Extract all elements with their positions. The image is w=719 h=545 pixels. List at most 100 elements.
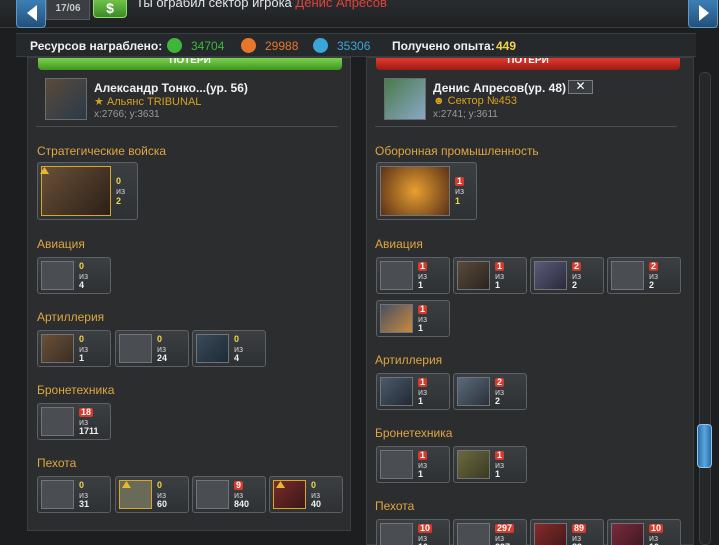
unit-image <box>534 261 567 290</box>
unit-lost: 9 <box>234 480 244 490</box>
enemy-name-link[interactable]: Денис Апресов <box>295 0 387 10</box>
unit-card[interactable]: 1 из 1 <box>453 257 527 294</box>
unit-total: 2 <box>116 196 122 206</box>
player-sector[interactable]: ☻ Сектор №453 <box>433 95 517 107</box>
player-coords[interactable]: x:2741; y:3611 <box>433 109 498 120</box>
unit-image <box>41 407 74 436</box>
unit-card[interactable]: 10 из 10 <box>607 519 681 545</box>
next-button[interactable] <box>688 0 718 28</box>
unit-card[interactable]: 1 из 1 <box>376 257 450 294</box>
unit-lost: 0 <box>79 261 85 271</box>
unit-lost: 1 <box>418 450 428 460</box>
unit-image <box>380 377 413 406</box>
player-name[interactable]: Денис Апресов(ур. 48) <box>433 81 566 95</box>
unit-lost: 1 <box>495 261 505 271</box>
scrollbar-track[interactable] <box>699 72 711 545</box>
unit-total: 2 <box>495 396 501 406</box>
unit-card[interactable]: 1 из 1 <box>376 446 450 483</box>
unit-lost: 0 <box>116 176 122 186</box>
rank-icon <box>276 481 285 488</box>
unit-card[interactable]: 10 из 10 <box>376 519 450 545</box>
unit-card[interactable]: 0 из 4 <box>192 330 266 367</box>
unit-total: 840 <box>234 499 250 509</box>
unit-card[interactable]: 0 из 24 <box>115 330 189 367</box>
unit-card[interactable]: 297 из 297 <box>453 519 527 545</box>
unit-image <box>380 450 413 479</box>
unit-total: 1 <box>418 280 424 290</box>
prev-button[interactable] <box>16 0 46 28</box>
unit-total: 4 <box>79 280 85 290</box>
close-button[interactable]: ✕ <box>568 80 593 94</box>
unit-lost: 1 <box>418 261 428 271</box>
unit-image <box>41 261 74 290</box>
defender-losses-banner: ПОТЕРИ <box>376 58 680 70</box>
battle-headline: Ты ограбил сектор игрока Денис Апресов <box>136 0 387 10</box>
unit-of: из <box>455 186 465 196</box>
date-badge: 17/06 <box>46 0 90 20</box>
unit-card[interactable]: 0 из 4 <box>37 257 111 294</box>
unit-lost: 1 <box>418 377 428 387</box>
unit-card[interactable]: 89 из 89 <box>530 519 604 545</box>
unit-lost: 18 <box>79 407 94 417</box>
unit-card[interactable]: 9 из 840 <box>192 476 266 513</box>
unit-image <box>196 480 229 509</box>
section-aviation: Авиация <box>37 237 85 251</box>
divider <box>375 126 677 127</box>
unit-card[interactable]: 1 из 1 <box>376 373 450 410</box>
unit-image <box>380 261 413 290</box>
unit-lost: 89 <box>572 523 587 533</box>
unit-total: 1 <box>495 280 501 290</box>
unit-card[interactable]: 1 из 1 <box>376 300 450 337</box>
sector-name: Сектор №453 <box>447 95 517 107</box>
resource-value: 35306 <box>337 39 371 53</box>
unit-total: 1 <box>418 396 424 406</box>
unit-total: 4 <box>234 353 240 363</box>
unit-card[interactable]: 1 из 1 <box>376 162 477 220</box>
unit-image <box>457 523 490 545</box>
avatar[interactable] <box>384 78 426 120</box>
unit-total: 1 <box>495 469 501 479</box>
unit-card[interactable]: 0 из 40 <box>269 476 343 513</box>
unit-card[interactable]: 1 из 1 <box>453 446 527 483</box>
unit-image <box>611 261 644 290</box>
radiation-icon <box>167 38 182 53</box>
resource-value: 29988 <box>265 39 299 53</box>
unit-total: 60 <box>157 499 168 509</box>
section-aviation: Авиация <box>375 237 423 251</box>
unit-total: 1 <box>455 196 461 206</box>
resource-value: 34704 <box>191 39 225 53</box>
player-coords[interactable]: x:2766; y:3631 <box>94 109 160 120</box>
player-alliance[interactable]: ★ Альянс TRIBUNAL <box>94 95 201 108</box>
alliance-name: Альянс TRIBUNAL <box>106 96 202 108</box>
scrollbar-thumb[interactable] <box>697 424 712 468</box>
unit-image <box>41 334 74 363</box>
unit-total: 1711 <box>79 426 99 436</box>
unit-lost: 297 <box>495 523 515 533</box>
unit-lost: 10 <box>418 523 433 533</box>
unit-card[interactable]: 0 из 60 <box>115 476 189 513</box>
unit-image <box>119 334 152 363</box>
section-artillery: Артиллерия <box>375 353 443 367</box>
section-artillery: Артиллерия <box>37 310 105 324</box>
unit-total: 31 <box>79 499 90 509</box>
unit-card[interactable]: 18 из 1711 <box>37 403 111 440</box>
avatar[interactable] <box>45 78 87 120</box>
unit-lost: 0 <box>157 480 163 490</box>
buy-credits-button[interactable]: $ <box>93 0 127 18</box>
section-infantry: Пехота <box>375 499 415 513</box>
unit-total: 1 <box>79 353 85 363</box>
unit-card[interactable]: 2 из 2 <box>453 373 527 410</box>
unit-card[interactable]: 0 из 31 <box>37 476 111 513</box>
section-infantry: Пехота <box>37 456 77 470</box>
unit-lost: 0 <box>311 480 317 490</box>
unit-image <box>41 480 74 509</box>
unit-card[interactable]: 0 из 2 <box>37 162 138 220</box>
unit-card[interactable]: 2 из 2 <box>607 257 681 294</box>
section-strategic: Стратегические войска <box>37 144 167 158</box>
defender-info: Денис Апресов(ур. 48) ✕ ☻ Сектор №453 x:… <box>384 78 684 126</box>
unit-card[interactable]: 0 из 1 <box>37 330 111 367</box>
unit-card[interactable]: 2 из 2 <box>530 257 604 294</box>
unit-lost: 10 <box>649 523 664 533</box>
player-name[interactable]: Александр Тонко...(ур. 56) <box>94 81 248 95</box>
unit-total: 1 <box>418 323 424 333</box>
